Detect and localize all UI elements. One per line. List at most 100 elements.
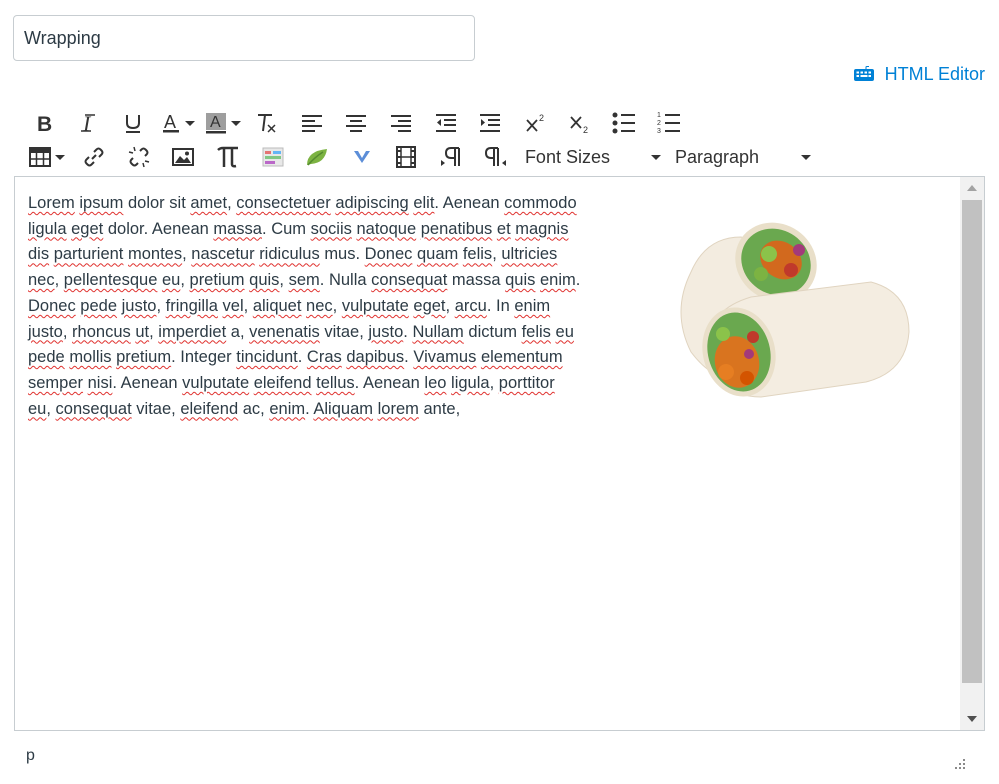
editor-word: justo, bbox=[28, 322, 68, 341]
editor-word: Nullam bbox=[412, 322, 464, 341]
editor-word: Nulla bbox=[328, 271, 367, 290]
editor-word: fringilla bbox=[165, 296, 218, 315]
html-editor-link[interactable]: HTML Editor bbox=[853, 62, 985, 86]
editor-word: aliquet bbox=[252, 296, 302, 315]
paragraph-format-select[interactable]: Paragraph bbox=[668, 140, 818, 174]
bold-button[interactable]: B bbox=[22, 106, 67, 140]
editor-word: mus. bbox=[324, 245, 361, 264]
editor-word: enim bbox=[514, 296, 551, 315]
underline-button[interactable] bbox=[111, 106, 156, 140]
editor-word: Aenean bbox=[120, 373, 178, 392]
editor-word: vel, bbox=[222, 296, 249, 315]
clear-formatting-button[interactable] bbox=[245, 106, 290, 140]
bullet-list-button[interactable] bbox=[602, 106, 647, 140]
math-equation-button[interactable] bbox=[206, 140, 251, 174]
background-color-button[interactable]: A bbox=[200, 106, 245, 140]
editor-word: nisi. bbox=[87, 373, 117, 392]
scroll-up-button[interactable] bbox=[960, 177, 984, 199]
editor-word: Donec bbox=[364, 245, 413, 264]
editor-word: ultricies bbox=[501, 245, 558, 264]
editor-word: massa. bbox=[213, 219, 267, 238]
editor-word: consectetuer bbox=[236, 194, 331, 212]
element-path[interactable]: p bbox=[26, 747, 35, 765]
clear-formatting-icon bbox=[258, 114, 276, 133]
editor-word: adipiscing bbox=[335, 194, 409, 212]
font-sizes-select[interactable]: Font Sizes bbox=[518, 140, 668, 174]
superscript-icon: 2 bbox=[526, 113, 544, 132]
editor-word: enim. bbox=[540, 271, 581, 290]
editor-word: Donec bbox=[28, 296, 76, 315]
indent-icon bbox=[480, 114, 501, 132]
editor-word: Aenean bbox=[362, 373, 420, 392]
text-color-icon: A bbox=[163, 112, 180, 133]
ltr-button[interactable] bbox=[429, 140, 474, 174]
outdent-button[interactable] bbox=[423, 106, 468, 140]
image-button[interactable] bbox=[161, 140, 206, 174]
editor-word: consequat bbox=[371, 271, 448, 290]
v-icon bbox=[353, 151, 370, 163]
editor-word: dis bbox=[28, 245, 50, 264]
editor-word: felis bbox=[521, 322, 551, 341]
text-color-button[interactable]: A bbox=[156, 106, 201, 140]
media-embed-button[interactable] bbox=[250, 140, 295, 174]
editor-word: eget, bbox=[413, 296, 451, 315]
editor-word: Cras bbox=[306, 348, 342, 367]
wrap-sandwich-image[interactable] bbox=[651, 202, 913, 410]
table-button[interactable] bbox=[22, 140, 72, 174]
scroll-thumb[interactable] bbox=[962, 200, 982, 683]
link-button[interactable] bbox=[72, 140, 117, 174]
html-editor-label: HTML Editor bbox=[884, 63, 985, 84]
editor-content-area[interactable]: Lorem ipsum dolor sit amet, consectetuer… bbox=[15, 177, 960, 730]
editor-word: arcu. bbox=[454, 296, 492, 315]
editor-word: vitae, bbox=[136, 399, 176, 418]
editor-word: In bbox=[496, 296, 510, 315]
editor-word: Integer bbox=[180, 348, 232, 367]
editor-word: Cum bbox=[271, 219, 307, 238]
paragraph-rtl-icon bbox=[484, 147, 506, 166]
superscript-button[interactable]: 2 bbox=[513, 106, 558, 140]
italic-button[interactable]: I bbox=[67, 106, 112, 140]
chevron-down-icon bbox=[55, 154, 65, 160]
media-button[interactable] bbox=[384, 140, 429, 174]
editor-word: vulputate bbox=[182, 373, 250, 392]
chevron-up-icon bbox=[967, 185, 977, 191]
indent-button[interactable] bbox=[468, 106, 513, 140]
title-input[interactable] bbox=[13, 15, 475, 61]
editor-word: sem. bbox=[288, 271, 325, 290]
editor-word: justo, bbox=[121, 296, 162, 315]
editor-word: natoque bbox=[356, 219, 417, 238]
editor-word: lorem bbox=[377, 399, 419, 418]
editor-word: tellus. bbox=[316, 373, 360, 392]
numbered-list-button[interactable]: 123 bbox=[646, 106, 691, 140]
scroll-down-button[interactable] bbox=[960, 708, 984, 730]
background-color-icon: A bbox=[205, 113, 226, 134]
editor-word: quis, bbox=[249, 271, 285, 290]
toolbar-row-insert: Font Sizes Paragraph bbox=[22, 140, 985, 174]
editor-word: mollis bbox=[69, 348, 112, 367]
resize-handle-icon[interactable] bbox=[953, 757, 965, 769]
subscript-button[interactable]: 2 bbox=[557, 106, 602, 140]
editor-paragraph[interactable]: Lorem ipsum dolor sit amet, consectetuer… bbox=[28, 191, 618, 422]
editor-word: eget bbox=[71, 219, 104, 238]
editor-word: Lorem bbox=[28, 194, 75, 212]
align-center-button[interactable] bbox=[334, 106, 379, 140]
leaf-tool-button[interactable] bbox=[295, 140, 340, 174]
editor-word: nascetur bbox=[191, 245, 255, 264]
editor-word: semper bbox=[28, 373, 84, 392]
svg-text:1: 1 bbox=[657, 112, 661, 119]
film-icon bbox=[396, 146, 417, 168]
editor-word: sociis bbox=[310, 219, 352, 238]
editor-word: magnis bbox=[515, 219, 569, 238]
unlink-button[interactable] bbox=[117, 140, 162, 174]
align-left-button[interactable] bbox=[290, 106, 335, 140]
align-right-button[interactable] bbox=[379, 106, 424, 140]
editor-word: dictum bbox=[468, 322, 517, 341]
editor-word: et bbox=[496, 219, 511, 238]
editor-word: commodo bbox=[504, 194, 577, 212]
v-tool-button[interactable] bbox=[340, 140, 385, 174]
editor-scrollbar[interactable] bbox=[960, 177, 984, 730]
rtl-button[interactable] bbox=[473, 140, 518, 174]
editor-word: ut, bbox=[135, 322, 154, 341]
keyboard-icon bbox=[853, 66, 875, 82]
editor-word: Vivamus bbox=[413, 348, 477, 367]
